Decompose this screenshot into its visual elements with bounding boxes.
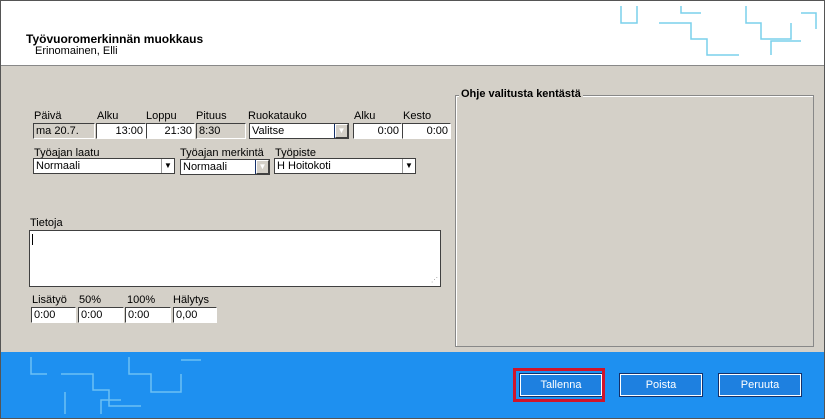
alarm-label: Hälytys	[173, 294, 210, 306]
alarm-input[interactable]: 0,00	[173, 307, 217, 323]
work-time-type-select[interactable]: Normaali ▼	[33, 158, 175, 174]
lunch-break-select[interactable]: Valitse ▼	[249, 123, 349, 139]
cancel-button[interactable]: Peruuta	[719, 374, 801, 396]
help-panel-title: Ohje valitusta kentästä	[459, 88, 583, 100]
overtime-50-label: 50%	[79, 294, 102, 306]
work-time-marking-label: Työajan merkintä	[180, 147, 264, 159]
workplace-value: H Hoitokoti	[277, 160, 331, 172]
day-field: ma 20.7.	[33, 123, 95, 139]
day-label: Päivä	[34, 110, 62, 122]
overtime-input[interactable]: 0:00	[31, 307, 76, 323]
end-label: Loppu	[146, 110, 177, 122]
overtime-label: Lisätyö	[32, 294, 67, 306]
start-label: Alku	[97, 110, 119, 122]
overtime-100-input[interactable]: 0:00	[125, 307, 171, 323]
save-button-highlight	[513, 368, 605, 402]
work-time-marking-select[interactable]: Normaali ▼	[180, 159, 270, 175]
overtime-100-label: 100%	[127, 294, 156, 306]
chevron-down-icon[interactable]: ▼	[402, 159, 415, 173]
chevron-down-icon[interactable]: ▼	[335, 124, 348, 138]
break-length-input[interactable]: 0:00	[402, 123, 451, 139]
chevron-down-icon[interactable]: ▼	[256, 160, 269, 174]
delete-button[interactable]: Poista	[620, 374, 702, 396]
dialog-window: Työvuoromerkinnän muokkaus Erinomainen, …	[0, 0, 825, 419]
break-start-input[interactable]: 0:00	[353, 123, 402, 139]
work-time-marking-value: Normaali	[183, 161, 228, 173]
notes-textarea[interactable]: ⋰	[29, 230, 441, 287]
notes-label: Tietoja	[30, 217, 63, 229]
end-time-input[interactable]: 21:30	[146, 123, 195, 139]
break-start-label: Alku	[354, 110, 376, 122]
employee-name: Erinomainen, Elli	[35, 45, 118, 57]
work-time-type-value: Normaali	[36, 160, 81, 172]
chevron-down-icon[interactable]: ▼	[161, 159, 174, 173]
lunch-break-label: Ruokatauko	[248, 110, 307, 122]
overtime-50-input[interactable]: 0:00	[78, 307, 124, 323]
page-title: Työvuoromerkinnän muokkaus	[26, 32, 204, 46]
start-time-input[interactable]: 13:00	[96, 123, 146, 139]
lunch-break-value: Valitse	[252, 125, 285, 137]
resize-grip-icon[interactable]: ⋰	[431, 276, 438, 284]
help-panel: Ohje valitusta kentästä	[455, 88, 814, 347]
duration-field: 8:30	[196, 123, 246, 139]
dialog-footer: Tallenna Poista Peruuta	[1, 352, 824, 418]
duration-label: Pituus	[196, 110, 227, 122]
workplace-select[interactable]: H Hoitokoti ▼	[274, 158, 416, 174]
break-length-label: Kesto	[403, 110, 432, 122]
text-caret	[32, 234, 33, 245]
dialog-header: Työvuoromerkinnän muokkaus Erinomainen, …	[1, 1, 824, 66]
